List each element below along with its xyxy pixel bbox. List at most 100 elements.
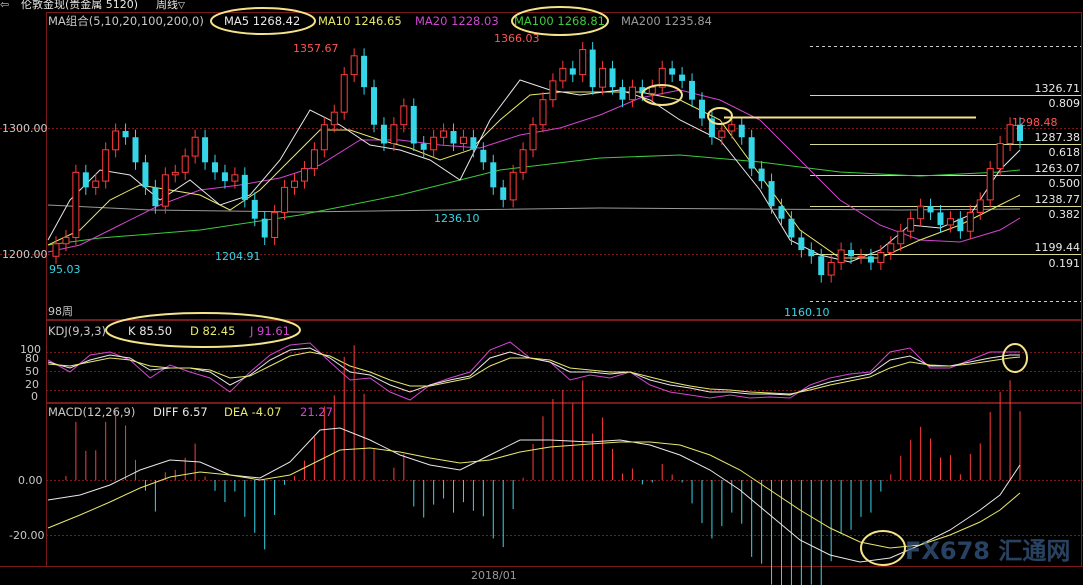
candle-body — [768, 181, 775, 207]
candle-body — [798, 237, 805, 251]
candle-body — [380, 124, 387, 144]
candle-body — [808, 250, 815, 257]
candle-body — [212, 162, 219, 173]
ma5-line — [47, 79, 1021, 263]
candle-body — [350, 55, 358, 76]
candle-body — [480, 149, 487, 163]
candle-body — [927, 206, 934, 213]
candle-body — [221, 172, 228, 182]
candle-body — [986, 168, 994, 201]
price-tick-1200: 1200.00 — [2, 248, 48, 261]
candle-body — [848, 250, 855, 257]
candle-body — [698, 99, 705, 119]
candle-body — [112, 130, 120, 151]
highlight-ma100 — [511, 6, 609, 36]
candle-body — [599, 67, 607, 88]
candlesticks — [52, 42, 1023, 283]
candle-body — [748, 137, 755, 169]
moving-averages — [47, 79, 1021, 263]
macd-diff-line — [47, 427, 1021, 563]
candle-body — [450, 130, 457, 144]
candle-body — [937, 212, 944, 225]
candle-body — [142, 162, 149, 188]
low-label-2: 1204.91 — [215, 250, 261, 263]
kdj-tick-0: 0 — [31, 390, 38, 403]
candle-body — [827, 262, 835, 276]
fib-value-1263: 1263.07 — [1035, 162, 1081, 175]
candle-body — [122, 130, 129, 138]
candle-body — [340, 74, 348, 113]
high-label-2: 1366.03 — [494, 32, 540, 45]
highlight-kdj — [105, 312, 301, 348]
candle-body — [549, 80, 557, 101]
watermark-logo: FX678 汇通网 — [905, 537, 1070, 565]
candle-body — [648, 86, 656, 94]
candle-body — [897, 230, 905, 245]
low-label-4: 1160.10 — [784, 306, 830, 319]
candle-body — [171, 171, 179, 176]
low-label-3: 1236.10 — [434, 212, 480, 225]
candle-body — [857, 255, 865, 258]
candle-body — [161, 174, 169, 207]
candle-body — [470, 137, 477, 150]
candle-body — [361, 55, 368, 88]
candle-body — [718, 130, 726, 138]
candle-body — [887, 243, 895, 254]
candle-body — [877, 252, 885, 264]
candle-body — [330, 111, 338, 126]
candle-body — [300, 168, 308, 182]
candle-body — [788, 218, 795, 238]
low-label-1: 95.03 — [49, 263, 81, 276]
candle-body — [619, 87, 626, 100]
candle-body — [976, 199, 984, 213]
candle-body — [202, 137, 209, 163]
candle-body — [1017, 124, 1023, 142]
x-axis-date: 2018/01 — [471, 569, 517, 582]
candle-body — [291, 180, 299, 188]
macd-lines — [47, 427, 1021, 563]
candle-body — [400, 105, 408, 126]
fib-value-1287: 1287.38 — [1035, 131, 1081, 144]
candle-body — [92, 180, 100, 188]
candle-body — [132, 137, 139, 163]
price-tick-1300: 1300.00 — [2, 122, 48, 135]
candle-body — [191, 136, 199, 157]
candle-body — [579, 49, 587, 76]
candle-body — [837, 249, 845, 264]
candle-body — [261, 218, 268, 238]
macd-histogram — [65, 345, 1021, 585]
candle-body — [152, 187, 159, 207]
macd-tick-0: 0.00 — [18, 474, 43, 487]
candle-body — [628, 86, 636, 101]
candle-body — [320, 124, 328, 151]
candle-body — [459, 136, 467, 145]
candle-body — [559, 67, 567, 82]
candle-body — [390, 124, 398, 145]
candle-body — [251, 199, 258, 219]
high-label-1: 1357.67 — [293, 42, 339, 55]
candle-body — [1006, 124, 1014, 145]
fib-value-1238: 1238.77 — [1035, 193, 1081, 206]
candle-body — [72, 171, 80, 238]
candle-body — [82, 172, 89, 188]
candle-body — [420, 143, 427, 150]
fib-value-1326: 1326.71 — [1035, 82, 1081, 95]
candle-body — [669, 68, 676, 75]
candle-body — [867, 256, 874, 263]
candle-body — [758, 168, 765, 182]
candle-body — [102, 149, 110, 182]
candle-body — [907, 218, 915, 232]
candle-body — [181, 155, 189, 173]
fib-ratio-0618: 0.618 — [1049, 146, 1081, 159]
fib-value-1199: 1199.44 — [1035, 241, 1081, 254]
macd-tick-neg20: -20.00 — [9, 529, 44, 542]
fib-ratio-0809: 0.809 — [1049, 97, 1081, 110]
candle-body — [679, 74, 686, 81]
candle-body — [509, 171, 517, 201]
candle-body — [569, 68, 576, 75]
chart-canvas[interactable]: 1300.00 1200.00 100 80 50 20 0 0.00 -20.… — [0, 0, 1083, 585]
candle-body — [996, 143, 1004, 170]
candle-body — [689, 80, 696, 100]
candle-body — [957, 218, 964, 232]
candle-body — [440, 130, 448, 138]
